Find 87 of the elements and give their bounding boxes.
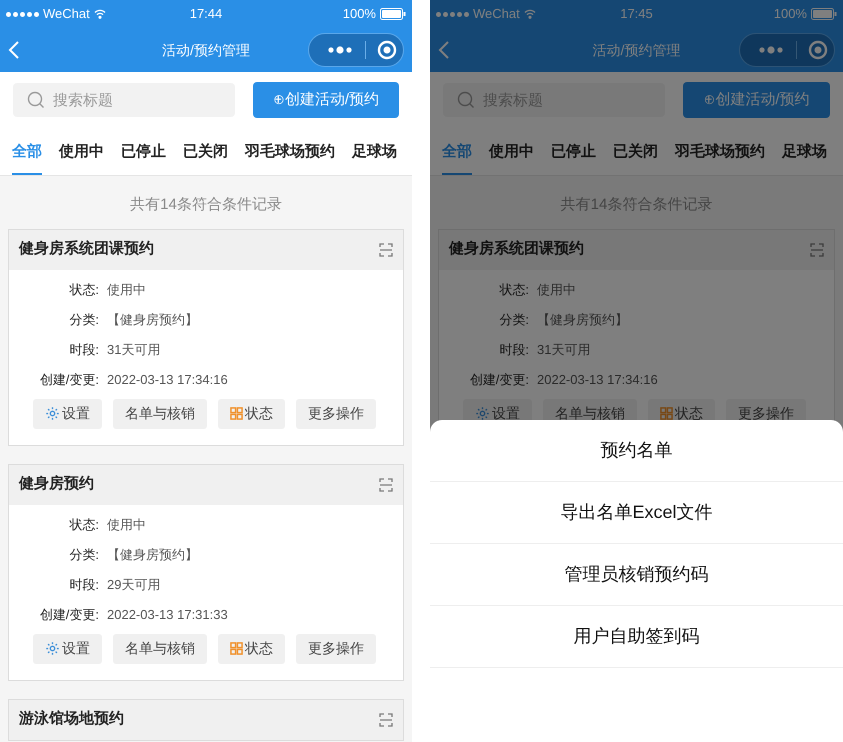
field-label: 时段:: [68, 340, 99, 359]
field-value: 31天可用: [537, 340, 590, 359]
action-button[interactable]: 设置: [33, 634, 102, 664]
field-value: 【健身房预约】: [537, 310, 628, 329]
sheet-option[interactable]: 导出名单Excel文件: [430, 482, 843, 544]
filter-tab[interactable]: 使用中: [489, 140, 534, 175]
field-value: 使用中: [107, 280, 146, 299]
field-value: 使用中: [107, 516, 146, 534]
card-title: 健身房系统团课预约: [19, 239, 154, 260]
action-button[interactable]: 名单与核销: [113, 398, 207, 428]
action-button[interactable]: 状态: [218, 634, 285, 664]
filter-tab[interactable]: 已关闭: [183, 140, 228, 175]
search-input[interactable]: 搜索标题: [53, 83, 235, 117]
filter-tab[interactable]: 已停止: [121, 140, 166, 175]
wifi-icon: [94, 9, 106, 19]
field-value: 2022-03-13 17:31:33: [107, 606, 228, 624]
page-title: 活动/预约管理: [592, 40, 680, 60]
field-label: 状态:: [68, 516, 99, 534]
gear-icon: [475, 406, 490, 421]
battery-level: 100%: [774, 5, 807, 24]
more-icon[interactable]: [327, 46, 353, 54]
action-button[interactable]: 状态: [218, 398, 285, 428]
action-button[interactable]: 更多操作: [296, 634, 376, 664]
expand-icon[interactable]: [379, 242, 393, 256]
field-label: 分类:: [68, 310, 99, 329]
expand-icon[interactable]: [379, 712, 393, 726]
field-value: 31天可用: [107, 340, 160, 359]
sheet-option[interactable]: 管理员核销预约码: [430, 544, 843, 606]
back-icon[interactable]: [438, 40, 450, 60]
clock: 17:45: [620, 5, 653, 24]
battery-icon: [380, 8, 406, 20]
search-icon: [27, 91, 45, 109]
carrier-name: WeChat: [473, 5, 520, 24]
action-button[interactable]: 更多操作: [296, 398, 376, 428]
field-label: 时段:: [68, 576, 99, 594]
expand-icon[interactable]: [810, 242, 824, 256]
signal-icon: [436, 12, 469, 16]
filter-tab[interactable]: 已停止: [551, 140, 596, 175]
capsule-menu[interactable]: [739, 33, 835, 67]
card-title: 健身房预约: [19, 474, 94, 494]
grid-icon: [660, 407, 673, 420]
field-label: 状态:: [498, 280, 529, 299]
filter-tab[interactable]: 使用中: [59, 140, 104, 175]
search-icon: [457, 91, 475, 109]
field-value: 【健身房预约】: [107, 310, 198, 329]
field-label: 创建/变更:: [468, 370, 529, 389]
filter-tab[interactable]: 羽毛球场预约: [245, 140, 335, 175]
field-value: 【健身房预约】: [107, 546, 198, 564]
field-label: 创建/变更:: [38, 606, 99, 624]
grid-icon: [230, 642, 243, 655]
back-icon[interactable]: [8, 40, 20, 60]
card-title: 游泳馆场地预约: [19, 709, 124, 730]
filter-tab[interactable]: 羽毛球场预约: [675, 140, 765, 175]
field-value: 2022-03-13 17:34:16: [107, 370, 228, 389]
battery-icon: [810, 8, 837, 20]
filter-tab[interactable]: 足球场: [782, 140, 827, 175]
sheet-option[interactable]: 用户自助签到码: [430, 606, 843, 668]
field-label: 创建/变更:: [38, 370, 99, 389]
field-label: 分类:: [498, 310, 529, 329]
more-icon[interactable]: [758, 46, 784, 54]
expand-icon[interactable]: [379, 478, 393, 492]
grid-icon: [230, 407, 243, 420]
field-label: 时段:: [498, 340, 529, 359]
carrier-name: WeChat: [43, 5, 90, 24]
signal-icon: [6, 12, 39, 16]
battery-level: 100%: [342, 5, 376, 24]
gear-icon: [45, 641, 60, 656]
field-label: 分类:: [68, 546, 99, 564]
field-value: 29天可用: [107, 576, 160, 594]
field-label: 状态:: [68, 280, 99, 299]
filter-tab[interactable]: 足球场: [352, 140, 397, 175]
gear-icon: [45, 406, 60, 421]
action-button[interactable]: 设置: [33, 398, 102, 428]
close-icon[interactable]: [377, 40, 397, 60]
action-button[interactable]: 名单与核销: [113, 634, 207, 664]
wifi-icon: [524, 9, 536, 19]
close-icon[interactable]: [808, 40, 828, 60]
sheet-option[interactable]: 预约名单: [430, 420, 843, 482]
page-title: 活动/预约管理: [162, 40, 250, 60]
clock: 17:44: [190, 5, 222, 24]
record-count: 共有14条符合条件记录: [129, 195, 283, 215]
search-field[interactable]: 搜索标题: [13, 83, 235, 117]
capsule-menu[interactable]: [308, 33, 404, 67]
field-value: 使用中: [537, 280, 576, 299]
filter-tab[interactable]: 已关闭: [613, 140, 658, 175]
card-title: 健身房系统团课预约: [449, 239, 584, 260]
field-value: 2022-03-13 17:34:16: [537, 370, 658, 389]
